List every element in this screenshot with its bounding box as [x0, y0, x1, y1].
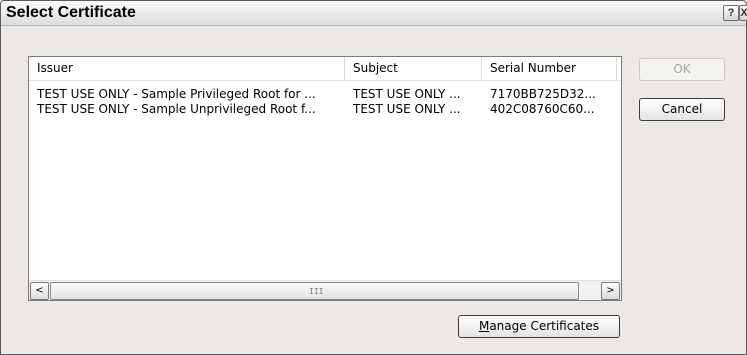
- row-issuer: TEST USE ONLY - Sample Unprivileged Root…: [37, 102, 316, 116]
- manage-mnemonic: M: [478, 319, 490, 333]
- scroll-right-icon[interactable]: >: [601, 282, 620, 300]
- scroll-left-icon[interactable]: <: [30, 282, 49, 300]
- list-item[interactable]: TEST USE ONLY - Sample Unprivileged Root…: [29, 102, 621, 117]
- column-header-issuer[interactable]: Issuer: [29, 57, 345, 80]
- certificate-list[interactable]: Issuer Subject Serial Number TEST USE ON…: [28, 56, 622, 301]
- row-issuer: TEST USE ONLY - Sample Privileged Root f…: [37, 87, 316, 101]
- dialog-title: Select Certificate: [6, 4, 136, 21]
- column-header-serial-number[interactable]: Serial Number: [482, 57, 617, 80]
- row-subject: TEST USE ONLY ...: [353, 87, 461, 101]
- help-icon[interactable]: ?: [723, 5, 739, 21]
- list-header: Issuer Subject Serial Number: [29, 57, 621, 81]
- horizontal-scrollbar[interactable]: < III >: [29, 280, 621, 300]
- column-header-subject[interactable]: Subject: [345, 57, 482, 80]
- ok-button[interactable]: OK: [639, 58, 725, 81]
- manage-label: anage Certificates: [489, 319, 600, 333]
- scroll-thumb[interactable]: III: [50, 282, 579, 300]
- row-serial-number: 402C08760C60...: [490, 102, 595, 116]
- list-item[interactable]: TEST USE ONLY - Sample Privileged Root f…: [29, 87, 621, 102]
- row-subject: TEST USE ONLY ...: [353, 102, 461, 116]
- row-serial-number: 7170BB725D32...: [490, 87, 596, 101]
- scroll-grip-icon: III: [309, 287, 324, 296]
- cancel-button[interactable]: Cancel: [639, 98, 725, 121]
- close-icon[interactable]: X: [739, 5, 747, 21]
- manage-certificates-button[interactable]: Manage Certificates: [458, 315, 620, 338]
- title-bar: Select Certificate ? X: [1, 1, 747, 26]
- select-certificate-dialog: Select Certificate ? X Issuer Subject Se…: [0, 0, 747, 355]
